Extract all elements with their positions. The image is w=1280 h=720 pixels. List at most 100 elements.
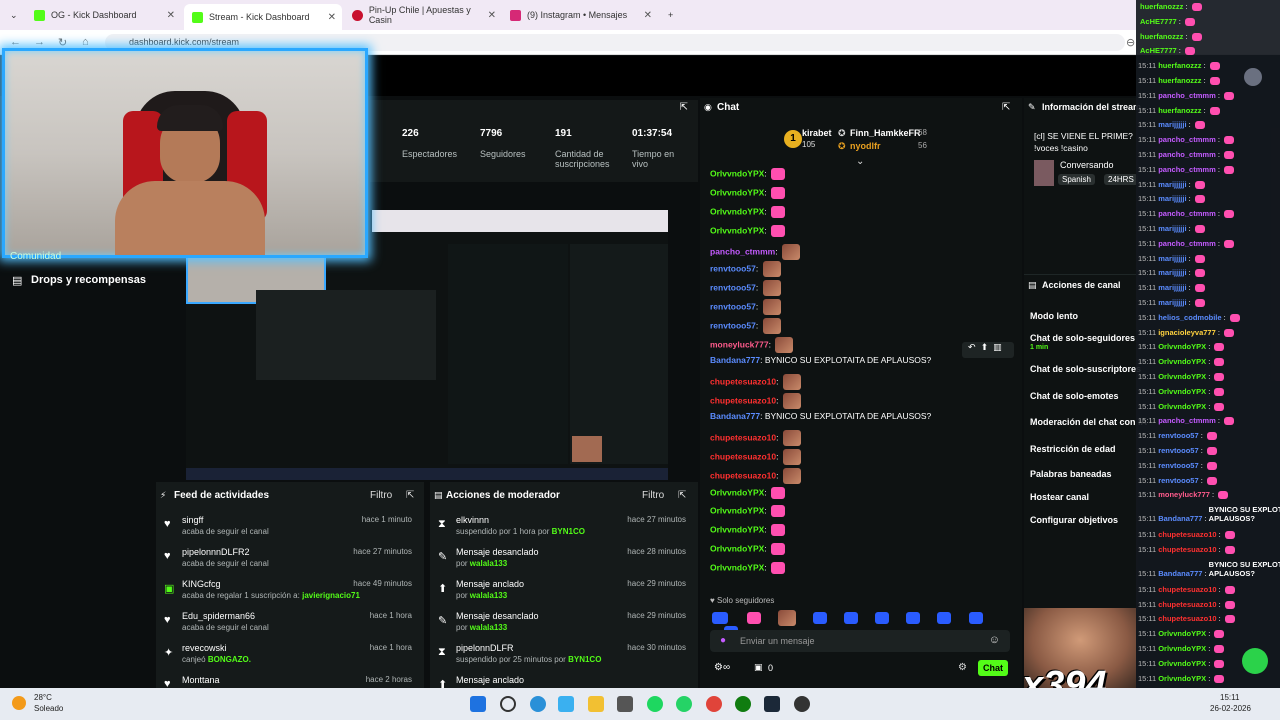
activity-user[interactable]: revecowski <box>182 643 227 653</box>
chat-message[interactable]: chupetesuazo10: <box>710 430 801 446</box>
chat-message[interactable]: pancho_ctmmm: <box>710 244 800 260</box>
chat-username[interactable]: renvtooo57 <box>710 301 756 311</box>
activity-user[interactable]: KINGcfcg <box>182 579 221 589</box>
chat-username[interactable]: renvtooo57 <box>710 263 756 273</box>
chat-message[interactable]: chupetesuazo10: <box>710 468 801 484</box>
chat-message[interactable]: Bandana777: BYNICO SU EXPLOTAITA DE APLA… <box>710 411 931 421</box>
expand-icon[interactable]: ⇱ <box>678 490 686 501</box>
chat-message[interactable]: OrlvvndoYPX: <box>710 487 786 499</box>
chat-message[interactable]: moneyluck777: <box>710 337 794 353</box>
whatsapp-icon[interactable] <box>676 696 692 712</box>
mic-icon[interactable]: ● <box>720 635 726 646</box>
sidebar-item-comunidad[interactable]: Comunidad <box>10 250 61 262</box>
emote-icon[interactable] <box>844 612 859 624</box>
chat-username[interactable]: OrlvvndoYPX <box>710 225 764 235</box>
leader-name[interactable]: Finn_HamkkeFR <box>850 128 921 138</box>
action-ai-moderation[interactable]: Moderación del chat con IA <box>1030 417 1147 427</box>
calculator-icon[interactable] <box>617 696 633 712</box>
chat-message[interactable]: Bandana777: BYNICO SU EXPLOTAITA DE APLA… <box>710 355 931 365</box>
emote-icon[interactable] <box>747 612 762 624</box>
emote-icon[interactable] <box>968 612 983 624</box>
filter-button[interactable]: Filtro <box>642 490 664 501</box>
activity-user[interactable]: singff <box>182 515 203 525</box>
chat-message[interactable]: renvtooo57: <box>710 318 781 334</box>
sidebar-item-drops[interactable]: ▤ Drops y recompensas <box>0 270 180 294</box>
zoom-icon[interactable]: ⊖ <box>1126 36 1135 49</box>
chat-username[interactable]: OrlvvndoYPX <box>710 505 764 515</box>
activity-recipient[interactable]: javierignacio71 <box>302 591 360 600</box>
mod-moderator[interactable]: BYN1CO <box>568 655 601 664</box>
steam-icon[interactable] <box>764 696 780 712</box>
chat-message[interactable]: renvtooo57: <box>710 299 781 315</box>
expand-icon[interactable]: ⇱ <box>1002 102 1010 113</box>
chat-message[interactable]: OrlvvndoYPX: <box>710 225 786 237</box>
chat-message[interactable]: OrlvvndoYPX: <box>710 524 786 536</box>
edge-icon[interactable] <box>530 696 546 712</box>
mod-target[interactable]: pipelonnDLFR <box>456 643 514 653</box>
close-icon[interactable]: ✕ <box>167 10 175 21</box>
close-icon[interactable]: ✕ <box>644 10 652 21</box>
new-tab-button[interactable]: + <box>660 4 681 26</box>
action-slow-mode[interactable]: Modo lento <box>1030 311 1078 321</box>
tab-pinup[interactable]: Pin-Up Chile | Apuestas y Casin ✕ <box>344 4 502 26</box>
chat-message[interactable]: OrlvvndoYPX: <box>710 168 786 180</box>
action-followers-only[interactable]: Chat de solo-seguidores <box>1030 333 1135 343</box>
chat-message[interactable]: renvtooo57: <box>710 280 781 296</box>
back-icon[interactable]: ← <box>10 36 21 48</box>
chat-username[interactable]: OrlvvndoYPX <box>710 487 764 497</box>
expand-icon[interactable]: ⇱ <box>680 102 688 113</box>
chat-username[interactable]: OrlvvndoYPX <box>710 168 764 178</box>
tab-instagram[interactable]: (9) Instagram • Mensajes ✕ <box>502 4 658 26</box>
action-banned-words[interactable]: Palabras baneadas <box>1030 469 1112 479</box>
emote-icon[interactable] <box>712 612 728 624</box>
chat-username[interactable]: Bandana777 <box>710 355 760 365</box>
app-icon[interactable] <box>794 696 810 712</box>
mod-moderator[interactable]: BYN1CO <box>552 527 585 536</box>
chat-message[interactable]: OrlvvndoYPX: <box>710 562 786 574</box>
activity-user[interactable]: Monttana <box>182 675 220 685</box>
spotify-icon[interactable] <box>647 696 663 712</box>
action-emotes-only[interactable]: Chat de solo-emotes <box>1030 391 1119 401</box>
emote-icon[interactable] <box>875 612 890 624</box>
pin-icon[interactable]: ⬆ <box>981 342 989 352</box>
filter-button[interactable]: Filtro <box>370 490 392 501</box>
activity-user[interactable]: Edu_spiderman66 <box>182 611 255 621</box>
chat-username[interactable]: chupetesuazo10 <box>710 432 776 442</box>
trash-icon[interactable]: ▥ <box>993 342 1002 352</box>
gear-icon[interactable]: ⚙ <box>958 662 967 673</box>
chat-username[interactable]: chupetesuazo10 <box>710 376 776 386</box>
chat-username[interactable]: OrlvvndoYPX <box>710 206 764 216</box>
activity-user[interactable]: pipelonnnDLFR2 <box>182 547 250 557</box>
action-subs-only[interactable]: Chat de solo-suscriptores <box>1030 364 1141 374</box>
chat-username[interactable]: OrlvvndoYPX <box>710 187 764 197</box>
chat-message[interactable]: renvtooo57: <box>710 261 781 277</box>
windows-start-icon[interactable] <box>470 696 486 712</box>
mod-moderator[interactable]: walala133 <box>470 591 507 600</box>
emoji-icon[interactable]: ☺ <box>989 634 1000 646</box>
chat-input[interactable]: ● Enviar un mensaje ☺ <box>710 630 1010 652</box>
emote-icon[interactable] <box>937 612 952 624</box>
emote-icon[interactable] <box>906 612 921 624</box>
expand-icon[interactable]: ⇱ <box>406 490 414 501</box>
chat-username[interactable]: chupetesuazo10 <box>710 395 776 405</box>
chat-username[interactable]: OrlvvndoYPX <box>710 543 764 553</box>
tab-og-dashboard[interactable]: OG - Kick Dashboard ✕ <box>26 4 181 26</box>
chrome-icon[interactable] <box>706 696 722 712</box>
chat-username[interactable]: chupetesuazo10 <box>710 470 776 480</box>
chat-message[interactable]: chupetesuazo10: <box>710 449 801 465</box>
tab-stream-dashboard[interactable]: Stream - Kick Dashboard ✕ <box>184 4 342 30</box>
chat-username[interactable]: Bandana777 <box>710 411 760 421</box>
mod-target[interactable]: elkvinnn <box>456 515 489 525</box>
action-age-restriction[interactable]: Restricción de edad <box>1030 444 1116 454</box>
send-chat-button[interactable]: Chat <box>978 660 1008 676</box>
chat-username[interactable]: moneyluck777 <box>710 339 769 349</box>
folder-icon[interactable] <box>588 696 604 712</box>
mod-moderator[interactable]: walala133 <box>470 559 507 568</box>
forward-icon[interactable]: → <box>34 36 45 48</box>
action-host-channel[interactable]: Hostear canal <box>1030 492 1089 502</box>
home-icon[interactable]: ⌂ <box>82 36 89 48</box>
chat-message[interactable]: chupetesuazo10: <box>710 374 801 390</box>
xbox-icon[interactable] <box>735 696 751 712</box>
store-icon[interactable] <box>558 696 574 712</box>
search-icon[interactable] <box>500 696 516 712</box>
